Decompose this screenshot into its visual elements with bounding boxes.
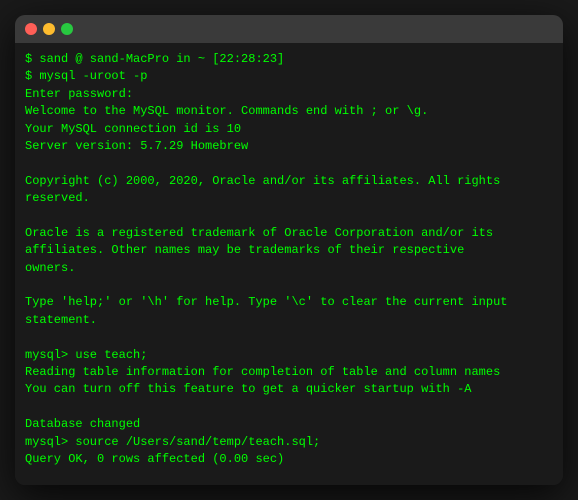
output-line: Copyright (c) 2000, 2020, Oracle and/or … <box>25 173 553 208</box>
command-line: $ mysql -uroot -p <box>25 68 553 85</box>
output-line: Server version: 5.7.29 Homebrew <box>25 138 553 155</box>
output-line: You can turn off this feature to get a q… <box>25 381 553 398</box>
traffic-lights <box>25 23 73 35</box>
blank-line <box>25 399 553 416</box>
command-line: mysql> source /Users/sand/temp/teach.sql… <box>25 434 553 451</box>
title-bar <box>15 15 563 43</box>
close-button[interactable] <box>25 23 37 35</box>
output-line: $ sand @ sand-MacPro in ~ [22:28:23] <box>25 51 553 68</box>
command-line: mysql> use teach; <box>25 347 553 364</box>
output-line: Your MySQL connection id is 10 <box>25 121 553 138</box>
blank-line <box>25 329 553 346</box>
blank-line <box>25 155 553 172</box>
output-line: Enter password: <box>25 86 553 103</box>
terminal-window: $ sand @ sand-MacPro in ~ [22:28:23]$ my… <box>15 15 563 485</box>
blank-line <box>25 468 553 485</box>
output-line: Query OK, 0 rows affected (0.00 sec) <box>25 451 553 468</box>
terminal-body[interactable]: $ sand @ sand-MacPro in ~ [22:28:23]$ my… <box>15 43 563 485</box>
output-line: Database changed <box>25 416 553 433</box>
output-line: owners. <box>25 260 553 277</box>
blank-line <box>25 208 553 225</box>
blank-line <box>25 277 553 294</box>
output-line: Oracle is a registered trademark of Orac… <box>25 225 553 242</box>
output-line: Reading table information for completion… <box>25 364 553 381</box>
maximize-button[interactable] <box>61 23 73 35</box>
output-line: Welcome to the MySQL monitor. Commands e… <box>25 103 553 120</box>
output-line: affiliates. Other names may be trademark… <box>25 242 553 259</box>
output-line: Type 'help;' or '\h' for help. Type '\c'… <box>25 294 553 329</box>
minimize-button[interactable] <box>43 23 55 35</box>
